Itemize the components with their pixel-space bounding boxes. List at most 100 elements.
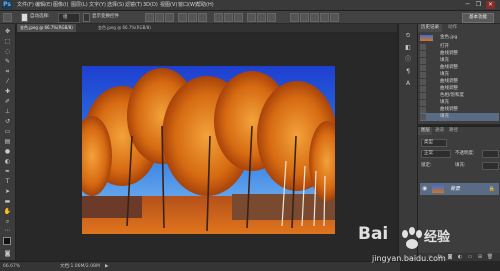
type-tool-icon[interactable]: T	[3, 178, 12, 185]
tab-paths[interactable]: 路径	[446, 127, 461, 135]
menu-layer[interactable]: 图层(L)	[71, 1, 88, 9]
minimize-icon[interactable]: ─	[463, 1, 472, 9]
3d-roll-icon[interactable]	[300, 13, 309, 22]
layer-filter-label: 类型	[424, 140, 433, 145]
delete-layer-icon[interactable]: 🗑	[486, 253, 494, 261]
history-brush-tool-icon[interactable]: ↺	[3, 118, 12, 125]
tab-actions[interactable]: 动作	[445, 24, 460, 32]
autumn-trees-photo	[82, 66, 335, 234]
3d-rotate-icon[interactable]	[290, 13, 299, 22]
hand-tool-icon[interactable]: ✋	[3, 208, 12, 215]
shape-tool-icon[interactable]: ▬	[3, 198, 12, 205]
new-group-icon[interactable]: ▭	[466, 253, 474, 261]
menu-image[interactable]: 图像(I)	[53, 1, 68, 9]
menu-select[interactable]: 选择(S)	[107, 1, 124, 9]
auto-select-checkbox[interactable]	[21, 13, 28, 22]
photoshop-logo: Ps	[2, 1, 12, 9]
auto-select-dropdown[interactable]: 组	[58, 13, 80, 23]
zoom-tool-icon[interactable]: ⌕	[3, 218, 12, 225]
show-transform-label: 显示变换控件	[92, 14, 119, 19]
quick-select-tool-icon[interactable]: ✎	[3, 58, 12, 65]
close-icon[interactable]: ✕	[486, 1, 495, 9]
distribute-middle-icon[interactable]	[224, 13, 233, 22]
fill-field[interactable]	[482, 162, 499, 170]
lock-icon: 🔒	[488, 186, 495, 192]
distribute-top-icon[interactable]	[214, 13, 223, 22]
status-menu-arrow-icon[interactable]: ▶	[105, 263, 108, 270]
tab-history[interactable]: 历史记录	[418, 24, 442, 32]
zoom-level[interactable]: 66.67%	[3, 263, 20, 270]
visibility-eye-icon[interactable]: ◉	[422, 185, 427, 193]
align-center-icon[interactable]	[188, 13, 197, 22]
align-bottom-icon[interactable]	[165, 13, 174, 22]
show-transform-checkbox[interactable]	[83, 13, 90, 22]
restore-icon[interactable]: ❐	[474, 1, 483, 9]
tab-channels[interactable]: 通道	[432, 127, 447, 135]
history-panel: 历史记录 动作 金色.jpg 打开 曲线调整 填充 曲线调整 填充 曲线调整 曲…	[417, 24, 500, 124]
healing-brush-tool-icon[interactable]: ✚	[3, 88, 12, 95]
menu-edit[interactable]: 编辑(E)	[35, 1, 52, 9]
history-item-selected[interactable]: 填充	[420, 113, 499, 121]
3d-slide-icon[interactable]	[320, 13, 329, 22]
opacity-field[interactable]	[482, 150, 499, 158]
document-image[interactable]	[82, 66, 335, 234]
distribute-bottom-icon[interactable]	[234, 13, 243, 22]
menu-file[interactable]: 文件(F)	[17, 1, 34, 9]
foreground-color-swatch[interactable]	[3, 237, 11, 245]
watermark-brand2: 经验	[424, 230, 451, 245]
watermark-url: jingyan.baidu.com	[372, 254, 446, 263]
layer-name[interactable]: 背景	[450, 185, 460, 193]
paragraph-panel-icon[interactable]: ¶	[403, 68, 413, 76]
history-panel-icon[interactable]: ⏲	[403, 32, 413, 40]
eyedropper-tool-icon[interactable]: ⁄	[3, 78, 12, 85]
distribute-center-icon[interactable]	[257, 13, 266, 22]
watermark-brand: Bai	[358, 224, 389, 244]
quick-mask-icon[interactable]: ◙	[3, 250, 12, 257]
3d-scale-icon[interactable]	[330, 13, 339, 22]
tools-panel: ✥ ⬚ ◌ ✎ ⌗ ⁄ ✚ ✐ ⊥ ↺ ▭ ▤ ● ◐ ✒ T ➤ ▬ ✋ ⌕ …	[0, 24, 16, 260]
move-tool-icon[interactable]: ✥	[3, 28, 12, 35]
align-top-icon[interactable]	[145, 13, 154, 22]
move-tool-preset-icon[interactable]	[3, 13, 12, 22]
align-middle-icon[interactable]	[155, 13, 164, 22]
gradient-tool-icon[interactable]: ▤	[3, 138, 12, 145]
distribute-right-icon[interactable]	[267, 13, 276, 22]
menu-filter[interactable]: 滤镜(T)	[125, 1, 142, 9]
path-select-tool-icon[interactable]: ➤	[3, 188, 12, 195]
tab-document-1[interactable]: 金色.jpeg @ 66.7%(RGB/8)	[17, 24, 76, 32]
history-snapshot[interactable]: 金色.jpg	[420, 34, 499, 42]
workspace-button[interactable]: 基本功能	[462, 13, 494, 23]
tab-layers[interactable]: 图层	[418, 127, 433, 135]
clone-stamp-tool-icon[interactable]: ⊥	[3, 108, 12, 115]
more-tools-icon[interactable]: ⋯	[3, 227, 12, 234]
tab-document-2[interactable]: 金色.jpeg @ 66.7%(RGB/8)	[95, 24, 154, 32]
dodge-tool-icon[interactable]: ◐	[3, 158, 12, 165]
menu-3d[interactable]: 3D(D)	[143, 1, 158, 9]
pen-tool-icon[interactable]: ✒	[3, 168, 12, 175]
align-left-icon[interactable]	[178, 13, 187, 22]
menu-bar: Ps 文件(F) 编辑(E) 图像(I) 图层(L) 文字(Y) 选择(S) 滤…	[0, 0, 500, 11]
3d-pan-icon[interactable]	[310, 13, 319, 22]
opacity-label: 不透明度:	[455, 151, 475, 156]
menu-view[interactable]: 视图(V)	[160, 1, 177, 9]
blend-mode-value: 正常	[424, 151, 433, 156]
history-step-icon	[420, 114, 426, 120]
layer-row-background[interactable]: ◉ 背景 🔒	[420, 183, 499, 195]
distribute-left-icon[interactable]	[247, 13, 256, 22]
marquee-tool-icon[interactable]: ⬚	[3, 38, 12, 45]
properties-panel-icon[interactable]: ◧	[403, 44, 413, 52]
blur-tool-icon[interactable]: ●	[3, 148, 12, 155]
new-layer-icon[interactable]: ⊞	[476, 253, 484, 261]
baidu-watermark: Bai 经验 jingyan.baidu.com	[352, 222, 462, 268]
lasso-tool-icon[interactable]: ◌	[3, 48, 12, 55]
brush-tool-icon[interactable]: ✐	[3, 98, 12, 105]
info-panel-icon[interactable]: ⓘ	[403, 56, 413, 64]
menu-window[interactable]: 窗口(W)	[178, 1, 197, 9]
align-right-icon[interactable]	[198, 13, 207, 22]
eraser-tool-icon[interactable]: ▭	[3, 128, 12, 135]
menu-type[interactable]: 文字(Y)	[89, 1, 106, 9]
menu-help[interactable]: 帮助(H)	[196, 1, 214, 9]
crop-tool-icon[interactable]: ⌗	[3, 68, 12, 75]
snapshot-thumbnail	[420, 35, 433, 41]
character-panel-icon[interactable]: A	[403, 80, 413, 88]
